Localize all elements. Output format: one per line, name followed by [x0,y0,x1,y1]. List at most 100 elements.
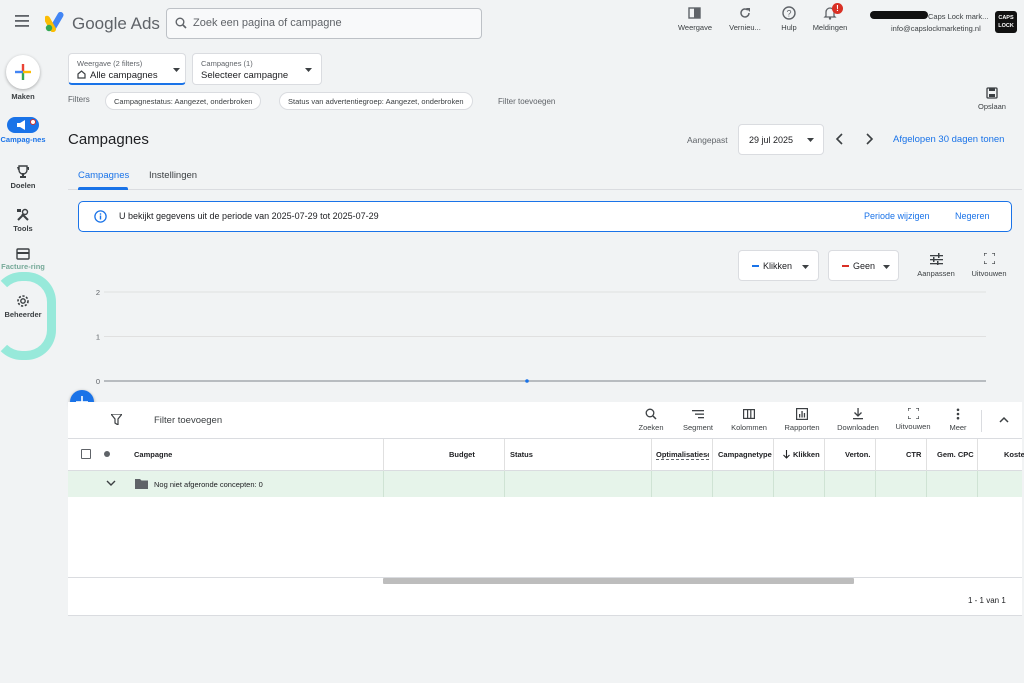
toolbar-label: Segment [682,423,714,432]
fullscreen-icon [907,408,919,419]
chevron-left-icon[interactable] [835,133,843,145]
chevron-down-icon[interactable] [106,480,116,487]
column-divider [712,471,713,497]
metric1-label: Klikken [763,261,793,271]
redacted-account-name [870,11,928,19]
filter-chip-campaign-status[interactable]: Campagnestatus: Aangezet, onderbroken [105,92,262,110]
notifications-label: Meldingen [812,23,848,32]
save-button[interactable]: Opslaan [976,87,1008,111]
sidebar-item-goals[interactable]: Doelen [0,165,46,190]
download-icon [853,408,863,420]
column-divider [824,471,825,497]
sidebar-item-tools[interactable]: Tools [0,208,46,233]
refresh-button[interactable]: Vernieu... [722,6,768,32]
y-tick-label: 0 [96,377,100,386]
info-banner-text: U bekijkt gegevens uit de periode van 20… [119,211,379,221]
pagination-text: 1 - 1 van 1 [968,596,1006,605]
menu-icon[interactable] [15,15,29,27]
toolbar-reports-button[interactable]: Rapporten [782,408,822,432]
toolbar-search-button[interactable]: Zoeken [631,408,671,432]
data-point[interactable] [525,379,529,383]
chevron-down-icon [173,68,180,72]
draft-row-label: Nog niet afgeronde concepten: 0 [154,480,263,489]
campaign-dropdown[interactable]: Campagnes (1) Selecteer campagne [192,53,322,85]
toolbar-segment-button[interactable]: Segment [678,408,718,432]
column-divider [875,471,876,497]
column-divider [504,471,505,497]
campaign-dropdown-value: Selecteer campagne [201,70,289,81]
col-impressions[interactable]: Verton. [845,450,870,459]
campaign-dropdown-caption: Campagnes (1) [201,59,253,68]
toolbar-divider [981,410,982,432]
sidebar-item-campaigns[interactable]: Campag-nes [0,117,46,144]
view-label: Weergave [677,23,713,32]
metric1-swatch [752,265,759,267]
tab-settings[interactable]: Instellingen [149,170,197,181]
metric2-swatch [842,265,849,267]
toolbar-expand-button[interactable]: Uitvouwen [893,408,933,431]
refresh-icon [740,8,750,18]
collapse-icon[interactable] [999,416,1009,423]
sort-arrow-down-icon[interactable] [783,450,790,459]
create-button[interactable] [6,55,40,89]
ignore-link[interactable]: Negeren [955,211,990,221]
col-optimization[interactable]: Optimalisatiesc [656,450,709,460]
last-30-days-link[interactable]: Afgelopen 30 dagen tonen [893,134,1004,145]
table-add-filter[interactable]: Filter toevoegen [154,415,222,426]
toolbar-download-button[interactable]: Downloaden [834,408,882,432]
col-cost[interactable]: Koste [1004,450,1024,459]
app-name: Google Ads [72,14,160,33]
filter-chip-adgroup-status[interactable]: Status van advertentiegroep: Aangezet, o… [279,92,473,110]
filter-icon[interactable] [111,414,122,425]
view-dropdown-caption: Weergave (2 filters) [77,59,143,68]
chevron-right-icon[interactable] [866,133,874,145]
adjust-button[interactable]: Aanpassen [914,253,958,278]
account-email[interactable]: info@capslockmarketing.nl [891,24,981,33]
col-status[interactable]: Status [510,450,533,459]
date-range-dropdown[interactable]: 29 jul 2025 [738,124,824,155]
col-budget[interactable]: Budget [449,450,475,459]
column-divider [773,471,774,497]
col-campaign[interactable]: Campagne [134,450,172,459]
google-ads-logo-icon[interactable] [45,12,67,32]
col-clicks[interactable]: Klikken [793,450,820,459]
y-tick-label: 2 [96,288,100,297]
help-label: Hulp [781,23,797,32]
add-filter-link[interactable]: Filter toevoegen [498,97,555,106]
sidebar-item-billing[interactable]: Facture-ring [0,248,46,271]
folder-icon [135,479,148,489]
status-dot-icon [104,451,110,457]
tune-icon [929,253,943,265]
account-name[interactable]: Caps Lock mark... [928,12,988,21]
select-all-checkbox[interactable] [81,449,91,459]
tab-campaigns[interactable]: Campagnes [78,170,129,181]
notifications-button[interactable]: Meldingen [807,6,853,32]
expand-chart-button[interactable]: Uitvouwen [966,253,1012,278]
info-icon [94,210,107,223]
help-icon: ? [782,6,796,20]
col-avg-cpc[interactable]: Gem. CPC [937,450,974,459]
plus-icon [15,64,31,80]
toolbar-label: Rapporten [784,423,820,432]
metric2-dropdown[interactable]: Geen [828,250,899,281]
toolbar-label: Downloaden [837,423,879,432]
search-input[interactable]: Zoek een pagina of campagne [166,8,482,39]
change-period-link[interactable]: Periode wijzigen [864,211,930,221]
tabs-divider [68,189,1022,190]
col-ctr[interactable]: CTR [906,450,921,459]
toolbar-columns-button[interactable]: Kolommen [728,408,770,432]
metric1-dropdown[interactable]: Klikken [738,250,819,281]
col-campaign-type[interactable]: Campagnetype [718,450,772,459]
card-bottom-border [68,615,1022,616]
sidebar-item-label: Doelen [10,181,36,190]
view-dropdown[interactable]: Weergave (2 filters) Alle campagnes [68,53,186,85]
account-avatar[interactable]: CAPS LOCK [995,11,1017,33]
view-button[interactable]: Weergave [672,6,718,32]
column-divider [926,471,927,497]
toolbar-more-button[interactable]: Meer [938,408,978,432]
help-button[interactable]: ? Hulp [766,6,812,32]
expand-label: Uitvouwen [971,269,1007,278]
billing-icon [16,248,30,260]
horizontal-scrollbar[interactable] [383,578,854,584]
filters-label: Filters [68,95,90,104]
